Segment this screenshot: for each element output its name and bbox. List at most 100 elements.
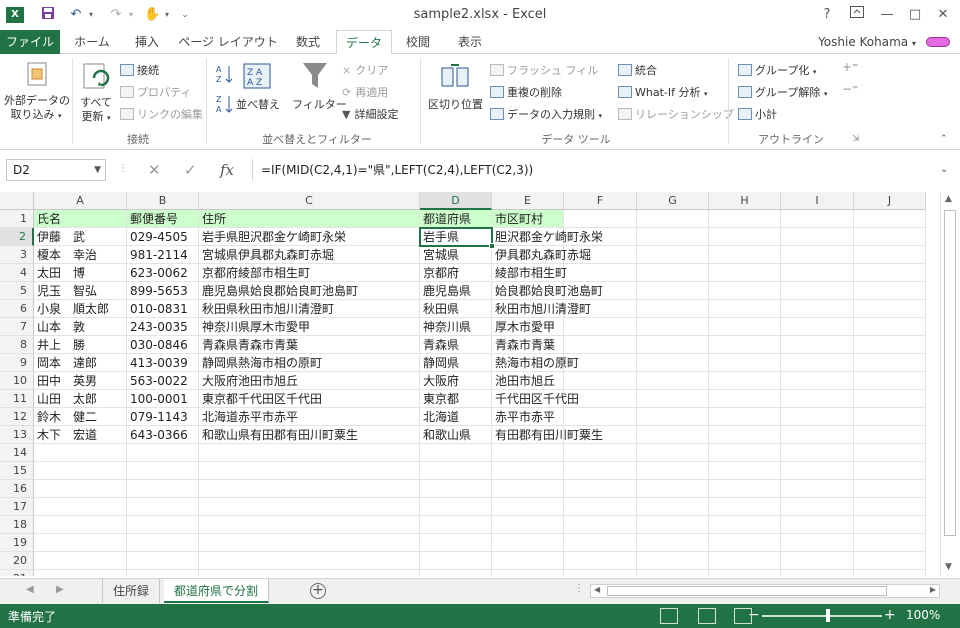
cell-g11[interactable] [637, 390, 709, 408]
cell-b2[interactable]: 029-4505 [127, 228, 199, 246]
cell-a8[interactable]: 井上 勝 [34, 336, 127, 354]
cell-e4[interactable]: 綾部市相生町 [492, 264, 567, 282]
cell-f3[interactable] [564, 246, 637, 264]
cell-a16[interactable] [34, 480, 127, 498]
column-header-j[interactable]: J [854, 192, 926, 210]
hide-detail-icon[interactable]: −⁼ [842, 82, 858, 96]
cell-d21[interactable] [420, 570, 492, 576]
cell-j19[interactable] [854, 534, 926, 552]
close-button[interactable]: ✕ [930, 5, 956, 25]
vertical-scrollbar[interactable]: ▲ ▼ [940, 192, 960, 576]
remove-duplicates-button[interactable]: 重複の削除 [490, 84, 562, 100]
cell-g6[interactable] [637, 300, 709, 318]
cell-a4[interactable]: 太田 博 [34, 264, 127, 282]
cell-g9[interactable] [637, 354, 709, 372]
cell-d14[interactable] [420, 444, 492, 462]
cell-j14[interactable] [854, 444, 926, 462]
row-header-16[interactable]: 16 [0, 480, 34, 498]
scroll-down-icon[interactable]: ▼ [945, 562, 952, 572]
cell-a2[interactable]: 伊藤 武 [34, 228, 127, 246]
cell-b20[interactable] [127, 552, 199, 570]
zoom-level[interactable]: 100% [906, 608, 940, 622]
cell-h4[interactable] [709, 264, 781, 282]
cell-h18[interactable] [709, 516, 781, 534]
cell-i1[interactable] [781, 210, 854, 228]
cell-b9[interactable]: 413-0039 [127, 354, 199, 372]
cell-e17[interactable] [492, 498, 564, 516]
cell-e1[interactable]: 市区町村 [492, 210, 564, 228]
get-external-data-button[interactable]: 外部データの 取り込み ▾ [4, 94, 70, 123]
cell-i18[interactable] [781, 516, 854, 534]
cell-d19[interactable] [420, 534, 492, 552]
cell-h3[interactable] [709, 246, 781, 264]
cell-f17[interactable] [564, 498, 637, 516]
scroll-left-icon[interactable]: ◀ [594, 585, 600, 594]
cell-f9[interactable] [564, 354, 637, 372]
cell-h7[interactable] [709, 318, 781, 336]
cell-i19[interactable] [781, 534, 854, 552]
cell-g18[interactable] [637, 516, 709, 534]
cell-a10[interactable]: 田中 英男 [34, 372, 127, 390]
user-name[interactable]: Yoshie Kohama ▾ [818, 30, 916, 56]
cell-b17[interactable] [127, 498, 199, 516]
cell-c19[interactable] [199, 534, 420, 552]
cell-e21[interactable] [492, 570, 564, 576]
minimize-button[interactable]: — [874, 5, 900, 25]
cell-c1[interactable]: 住所 [199, 210, 420, 228]
fill-handle[interactable] [489, 243, 495, 249]
subtotal-button[interactable]: 小計 [738, 106, 777, 122]
cell-j10[interactable] [854, 372, 926, 390]
cell-h12[interactable] [709, 408, 781, 426]
cell-i3[interactable] [781, 246, 854, 264]
zoom-slider[interactable] [762, 615, 882, 617]
cell-h6[interactable] [709, 300, 781, 318]
cell-i12[interactable] [781, 408, 854, 426]
tab-view[interactable]: 表示 [446, 30, 494, 54]
cell-j21[interactable] [854, 570, 926, 576]
cell-a5[interactable]: 児玉 智弘 [34, 282, 127, 300]
cell-j3[interactable] [854, 246, 926, 264]
cell-j2[interactable] [854, 228, 926, 246]
cell-g12[interactable] [637, 408, 709, 426]
cell-a21[interactable] [34, 570, 127, 576]
cell-c9[interactable]: 静岡県熱海市相の原町 [199, 354, 420, 372]
dialog-launcher-icon[interactable]: ⇲ [852, 134, 860, 144]
row-header-10[interactable]: 10 [0, 372, 34, 390]
consolidate-button[interactable]: 統合 [618, 62, 657, 78]
relationships-button[interactable]: リレーションシップ [618, 106, 734, 122]
cell-a19[interactable] [34, 534, 127, 552]
row-header-12[interactable]: 12 [0, 408, 34, 426]
edit-links-button[interactable]: リンクの編集 [120, 106, 203, 122]
column-header-b[interactable]: B [127, 192, 199, 210]
row-header-3[interactable]: 3 [0, 246, 34, 264]
cell-b13[interactable]: 643-0366 [127, 426, 199, 444]
help-button[interactable]: ? [814, 5, 840, 25]
cell-i8[interactable] [781, 336, 854, 354]
cell-d5[interactable]: 鹿児島県 [420, 282, 492, 300]
cell-j18[interactable] [854, 516, 926, 534]
cell-f2[interactable] [564, 228, 637, 246]
cell-c16[interactable] [199, 480, 420, 498]
enter-icon[interactable]: ✓ [184, 159, 197, 181]
ribbon-display-options-icon[interactable] [844, 5, 870, 25]
cell-g8[interactable] [637, 336, 709, 354]
cell-h19[interactable] [709, 534, 781, 552]
cell-h2[interactable] [709, 228, 781, 246]
cell-b4[interactable]: 623-0062 [127, 264, 199, 282]
cell-d13[interactable]: 和歌山県 [420, 426, 492, 444]
cell-e7[interactable]: 厚木市愛甲 [492, 318, 564, 336]
cell-c13[interactable]: 和歌山県有田郡有田川町粟生 [199, 426, 420, 444]
cell-g4[interactable] [637, 264, 709, 282]
cell-c2[interactable]: 岩手県胆沢郡金ケ崎町永栄 [199, 228, 420, 246]
cell-a13[interactable]: 木下 宏道 [34, 426, 127, 444]
row-header-19[interactable]: 19 [0, 534, 34, 552]
cell-h17[interactable] [709, 498, 781, 516]
cell-g20[interactable] [637, 552, 709, 570]
cell-b21[interactable] [127, 570, 199, 576]
row-header-14[interactable]: 14 [0, 444, 34, 462]
cell-a3[interactable]: 榎本 幸治 [34, 246, 127, 264]
scroll-up-icon[interactable]: ▲ [945, 194, 952, 204]
cell-a18[interactable] [34, 516, 127, 534]
cell-b18[interactable] [127, 516, 199, 534]
avatar[interactable] [926, 37, 950, 47]
